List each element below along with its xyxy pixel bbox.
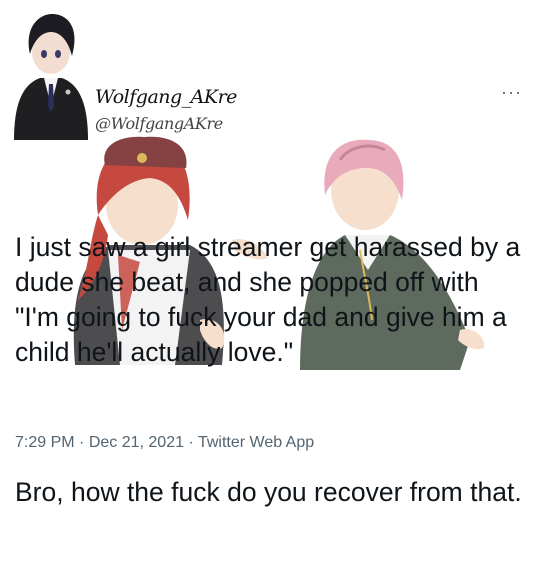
- tweet-card: Wolfgang_AKre @WolfgangAKre ··· I just s…: [0, 0, 540, 507]
- author-handle[interactable]: @WolfgangAKre: [95, 114, 223, 133]
- tweet-body: I just saw a girl streamer get harassed …: [15, 160, 525, 580]
- tweet-paragraph: Bro, how the fuck do you recover from th…: [15, 477, 522, 507]
- tweet-source-app[interactable]: Twitter Web App: [198, 434, 314, 451]
- tweet-date[interactable]: Dec 21, 2021: [89, 434, 184, 451]
- avatar-image[interactable]: [10, 6, 92, 140]
- tweet-time[interactable]: 7:29 PM: [15, 434, 75, 451]
- meta-separator: ·: [74, 434, 89, 451]
- author-display-name[interactable]: Wolfgang_AKre: [95, 86, 237, 108]
- more-options-icon[interactable]: ···: [501, 82, 522, 103]
- tweet-paragraph: I just saw a girl streamer get harassed …: [15, 232, 528, 367]
- tweet-metadata: 7:29 PM · Dec 21, 2021 · Twitter Web App: [15, 434, 314, 452]
- meta-separator: ·: [184, 434, 198, 451]
